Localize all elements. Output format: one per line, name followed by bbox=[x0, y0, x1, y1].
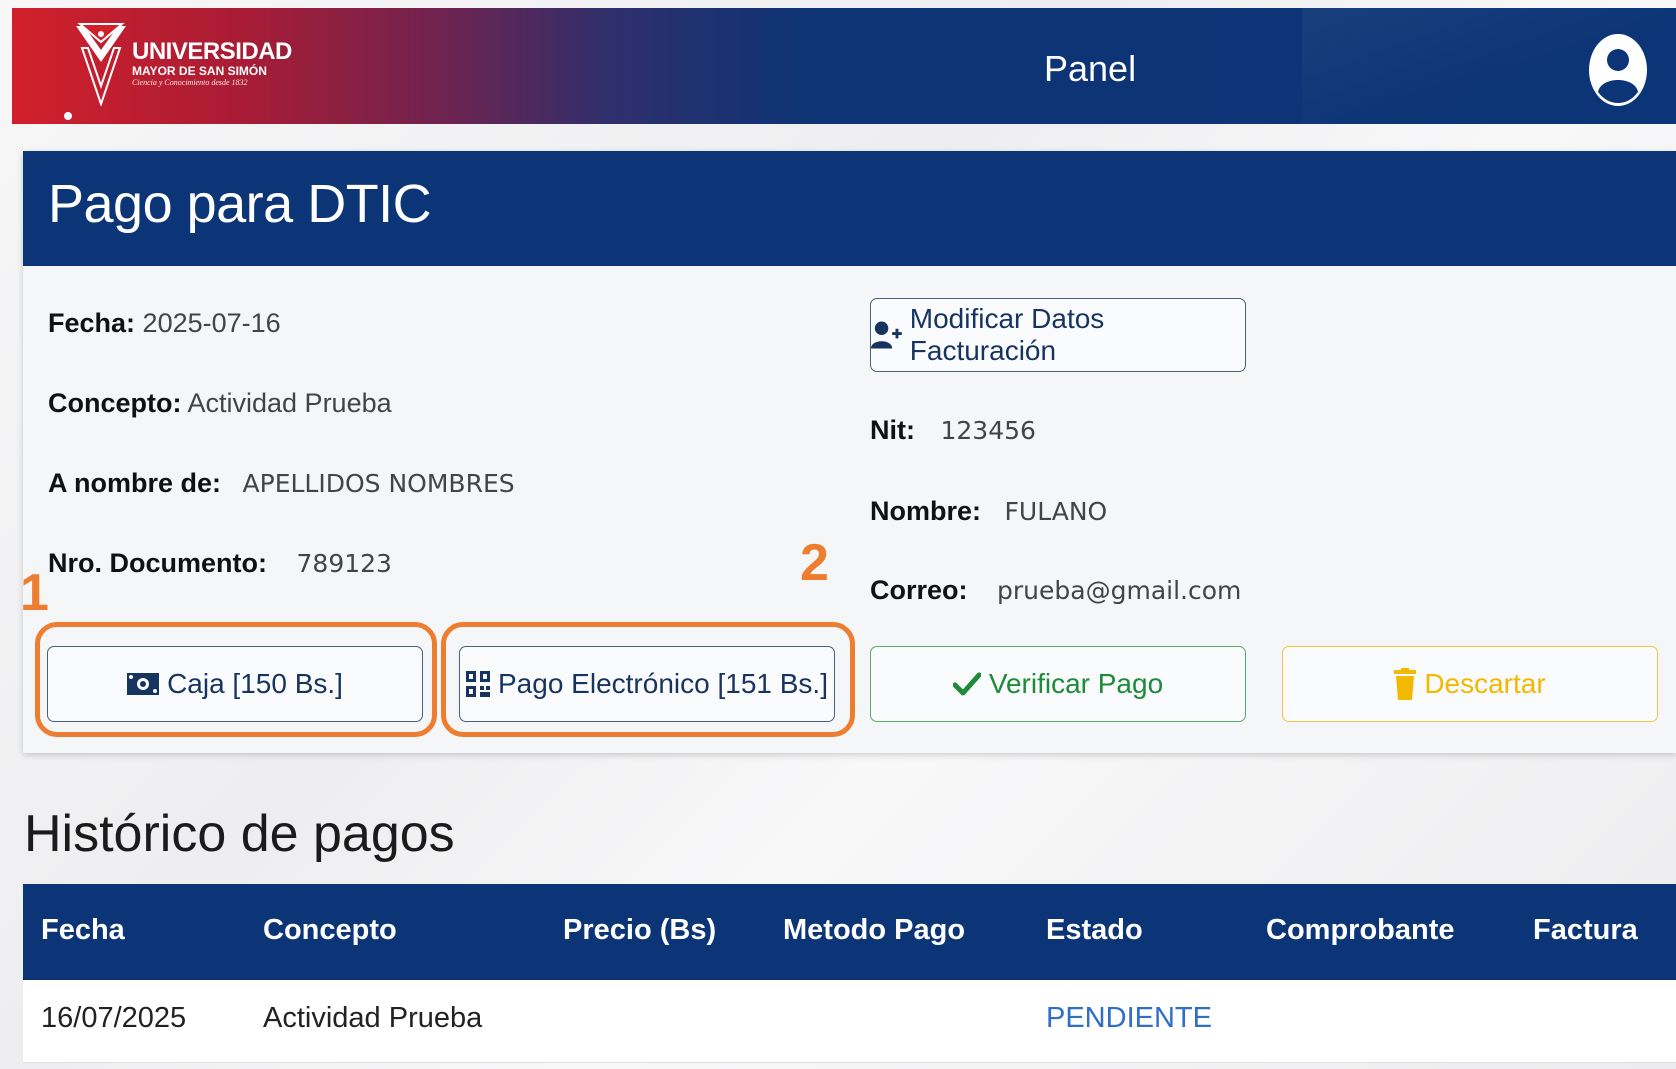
nro-documento-field: Nro. Documento: 789123 bbox=[48, 548, 392, 579]
annotation-box-1 bbox=[35, 622, 437, 737]
nro-documento-label: Nro. Documento: bbox=[48, 548, 267, 578]
logo-tagline: Ciencia y Conocimiento desde 1832 bbox=[132, 78, 248, 87]
check-icon bbox=[952, 672, 981, 696]
column-header-precio[interactable]: Precio (Bs) bbox=[563, 914, 716, 947]
column-header-factura[interactable]: Factura bbox=[1533, 914, 1638, 947]
concepto-value: Actividad Prueba bbox=[187, 388, 392, 418]
logo-sub-text: MAYOR DE SAN SIMÓN bbox=[132, 64, 267, 78]
modificar-facturacion-button[interactable]: Modificar Datos Facturación bbox=[870, 298, 1246, 372]
nombre-field: Nombre: FULANO bbox=[870, 496, 1107, 527]
column-header-fecha[interactable]: Fecha bbox=[41, 914, 125, 947]
history-title: Histórico de pagos bbox=[24, 805, 455, 863]
header-title: Panel bbox=[1044, 48, 1137, 89]
payment-title: Pago para DTIC bbox=[48, 174, 432, 234]
verificar-pago-label: Verificar Pago bbox=[988, 668, 1164, 699]
column-header-concepto[interactable]: Concepto bbox=[263, 914, 397, 947]
fecha-label: Fecha: bbox=[48, 308, 136, 338]
nit-field: Nit: 123456 bbox=[870, 415, 1036, 446]
a-nombre-value: APELLIDOS NOMBRES bbox=[242, 469, 515, 498]
concepto-label: Concepto: bbox=[48, 388, 182, 418]
history-table: Fecha Concepto Precio (Bs) Metodo Pago E… bbox=[23, 884, 1676, 1063]
fecha-value: 2025-07-16 bbox=[142, 308, 281, 338]
a-nombre-label: A nombre de: bbox=[48, 468, 222, 498]
annotation-number-2: 2 bbox=[800, 534, 829, 592]
column-header-metodo-pago[interactable]: Metodo Pago bbox=[783, 914, 965, 947]
a-nombre-field: A nombre de: APELLIDOS NOMBRES bbox=[48, 468, 515, 499]
table-row: 16/07/2025 Actividad Prueba PENDIENTE bbox=[23, 980, 1676, 1063]
correo-label: Correo: bbox=[870, 575, 968, 605]
annotation-number-1: 1 bbox=[20, 564, 49, 622]
verificar-pago-button[interactable]: Verificar Pago bbox=[870, 646, 1246, 722]
logo-shield-icon bbox=[76, 23, 126, 106]
descartar-button[interactable]: Descartar bbox=[1282, 646, 1658, 722]
history-table-header: Fecha Concepto Precio (Bs) Metodo Pago E… bbox=[23, 884, 1676, 980]
trash-icon bbox=[1394, 668, 1417, 700]
cell-concepto: Actividad Prueba bbox=[263, 1002, 483, 1034]
descartar-label: Descartar bbox=[1424, 668, 1546, 699]
user-plus-icon bbox=[871, 321, 902, 349]
fecha-field: Fecha: 2025-07-16 bbox=[48, 308, 281, 339]
column-header-comprobante[interactable]: Comprobante bbox=[1266, 914, 1455, 947]
nro-documento-value: 789123 bbox=[296, 549, 392, 578]
user-circle-icon bbox=[1589, 34, 1647, 106]
top-navbar: UNIVERSIDAD MAYOR DE SAN SIMÓN Ciencia y… bbox=[12, 8, 1676, 124]
university-logo[interactable]: UNIVERSIDAD MAYOR DE SAN SIMÓN Ciencia y… bbox=[74, 22, 292, 112]
annotation-box-2 bbox=[441, 622, 855, 737]
logo-main-text: UNIVERSIDAD bbox=[132, 38, 292, 65]
cell-fecha: 16/07/2025 bbox=[41, 1002, 187, 1034]
nit-label: Nit: bbox=[870, 415, 915, 445]
user-menu-button[interactable] bbox=[1587, 32, 1649, 108]
logo-text: UNIVERSIDAD MAYOR DE SAN SIMÓN Ciencia y… bbox=[132, 40, 292, 88]
nit-value: 123456 bbox=[940, 416, 1036, 445]
correo-value: prueba@gmail.com bbox=[997, 576, 1242, 605]
column-header-estado[interactable]: Estado bbox=[1046, 914, 1143, 947]
header-dot bbox=[64, 112, 72, 120]
concepto-field: Concepto: Actividad Prueba bbox=[48, 388, 392, 419]
payment-card-header: Pago para DTIC bbox=[23, 151, 1676, 266]
cell-estado-status: PENDIENTE bbox=[1046, 1002, 1212, 1034]
nombre-label: Nombre: bbox=[870, 496, 982, 526]
modificar-facturacion-label: Modificar Datos Facturación bbox=[909, 303, 1105, 366]
correo-field: Correo: prueba@gmail.com bbox=[870, 575, 1241, 606]
nombre-value: FULANO bbox=[1004, 497, 1108, 526]
